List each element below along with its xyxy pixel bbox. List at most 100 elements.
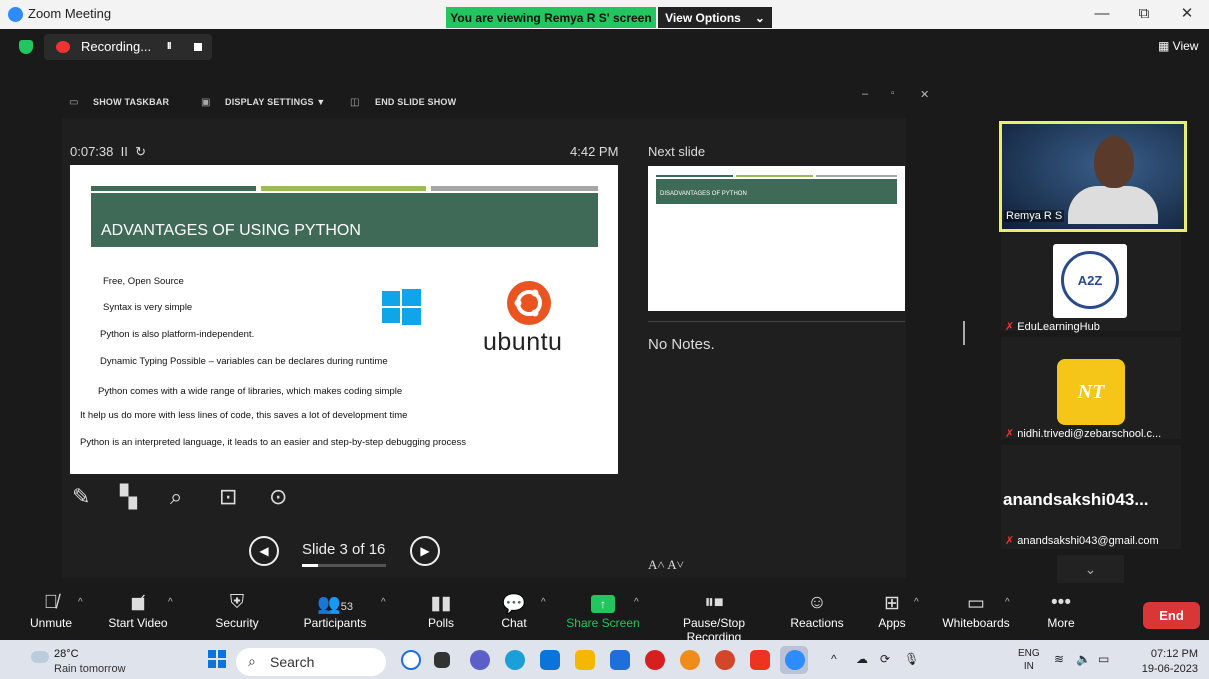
reactions-icon: ☺ xyxy=(807,592,827,613)
cloud-icon[interactable]: ☁ xyxy=(856,652,868,666)
weather-description[interactable]: Rain tomorrow xyxy=(54,663,126,675)
display-settings-button[interactable]: DISPLAY SETTINGS ▼ xyxy=(225,97,326,107)
audio-options-caret[interactable]: ^ xyxy=(78,597,83,608)
adobe-pdf-icon[interactable] xyxy=(750,650,770,670)
pause-stop-recording-button[interactable]: ⏸⏹ Pause/Stop Recording xyxy=(654,592,774,644)
restore-icon[interactable]: ⧉ xyxy=(1127,3,1161,25)
share-screen-icon: ↑ xyxy=(566,592,640,616)
start-video-label: Start Video xyxy=(108,616,168,630)
weather-temperature[interactable]: 28°C xyxy=(54,648,79,660)
zoom-magnifier-icon[interactable]: ⌕ xyxy=(170,484,182,510)
reactions-label: Reactions xyxy=(790,616,844,630)
stop-recording-icon[interactable] xyxy=(194,43,202,51)
share-options-caret[interactable]: ^ xyxy=(634,597,639,608)
bing-icon[interactable] xyxy=(401,650,421,670)
unmute-button[interactable]: 🎙̸ Unmute xyxy=(26,592,76,630)
weather-rain-icon[interactable] xyxy=(31,651,49,663)
see-all-slides-icon[interactable]: ▚ xyxy=(120,484,137,510)
slide-title: ADVANTAGES OF USING PYTHON xyxy=(101,222,361,239)
participant-display-name: anandsakshi043... xyxy=(1003,490,1149,509)
chevron-down-icon: ⌄ xyxy=(1084,560,1097,577)
close-icon[interactable]: ✕ xyxy=(920,88,929,101)
zoom-app-icon[interactable] xyxy=(785,650,805,670)
pause-stop-icon: ⏸⏹ xyxy=(704,592,724,613)
video-options-caret[interactable]: ^ xyxy=(168,597,173,608)
pen-icon[interactable]: ✎ xyxy=(72,484,90,510)
chevron-up-icon[interactable]: ^ xyxy=(831,652,837,666)
slide-bullet: Python is also platform-independent. xyxy=(100,329,255,340)
shield-icon[interactable] xyxy=(19,40,33,54)
minimize-icon[interactable]: – xyxy=(862,88,868,100)
close-icon[interactable]: ✕ xyxy=(1170,3,1204,25)
slide-bullet: Syntax is very simple xyxy=(103,302,193,313)
share-tray-icon[interactable]: ⟳ xyxy=(880,652,890,666)
minimize-icon[interactable]: — xyxy=(1085,3,1119,25)
end-meeting-button[interactable]: End xyxy=(1143,602,1200,629)
microphone-icon[interactable]: 🎙 xyxy=(904,652,919,666)
language-indicator[interactable]: ENG IN xyxy=(1018,647,1040,673)
slide-accent-bar xyxy=(91,186,256,191)
chat-button[interactable]: 💬 Chat xyxy=(496,592,532,630)
apps-options-caret[interactable]: ^ xyxy=(914,597,919,608)
restart-icon[interactable]: ↻ xyxy=(135,144,146,159)
cloud-record-icon xyxy=(56,41,70,53)
pause-icon[interactable]: II xyxy=(121,144,128,159)
participant-video xyxy=(1068,186,1158,224)
microsoft-store-icon[interactable] xyxy=(540,650,560,670)
powerpoint-icon[interactable] xyxy=(715,650,735,670)
start-video-button[interactable]: ◼̸ Start Video xyxy=(104,592,172,630)
slide-bullet: Python is an interpreted language, it le… xyxy=(80,437,467,448)
teams-chat-icon[interactable] xyxy=(470,650,490,670)
chat-options-caret[interactable]: ^ xyxy=(541,597,546,608)
mail-icon[interactable] xyxy=(610,650,630,670)
taskbar-date[interactable]: 19-06-2023 xyxy=(1140,663,1198,675)
restore-icon[interactable]: ▫ xyxy=(891,88,895,99)
windows-start-icon[interactable] xyxy=(208,650,226,668)
participant-name: Remya R S xyxy=(1004,210,1065,222)
security-button[interactable]: ⛨ Security xyxy=(210,592,264,630)
reactions-button[interactable]: ☺ Reactions xyxy=(790,592,844,630)
file-explorer-icon[interactable] xyxy=(575,650,595,670)
pointer-screen-icon[interactable]: ⊡ xyxy=(219,484,237,510)
polls-button[interactable]: ▮▮ Polls xyxy=(418,592,464,630)
share-screen-label: Share Screen xyxy=(566,616,640,630)
participants-options-caret[interactable]: ^ xyxy=(381,597,386,608)
previous-slide-button[interactable]: ◀ xyxy=(249,536,279,566)
slide-bullet: Dynamic Typing Possible – variables can … xyxy=(100,356,388,367)
wifi-icon[interactable]: ≋ xyxy=(1054,652,1064,666)
taskbar-search[interactable]: ⌕ Search xyxy=(236,648,386,676)
next-slide-preview[interactable]: DISADVANTAGES OF PYTHON xyxy=(648,166,905,311)
more-button[interactable]: ••• More xyxy=(1044,592,1078,630)
font-size-control[interactable]: A˄ A˅ xyxy=(648,557,684,573)
whiteboards-options-caret[interactable]: ^ xyxy=(1005,597,1010,608)
edge-browser-icon[interactable] xyxy=(505,650,525,670)
task-view-icon[interactable] xyxy=(434,652,450,668)
opera-icon[interactable] xyxy=(645,650,665,670)
participant-name: EduLearningHub xyxy=(1017,321,1100,333)
participants-count: 53 xyxy=(340,601,353,613)
share-screen-button[interactable]: ↑ Share Screen xyxy=(566,592,640,630)
apps-label: Apps xyxy=(878,616,906,630)
view-options-label: View Options xyxy=(665,10,741,25)
firefox-icon[interactable] xyxy=(680,650,700,670)
participant-label: ✗ nidhi.trivedi@zebarschool.c... xyxy=(1005,424,1161,442)
participant-avatar: NT xyxy=(1057,359,1125,425)
participant-label: ✗ anandsakshi043@gmail.com xyxy=(1005,531,1159,549)
battery-icon[interactable]: ▭ xyxy=(1098,652,1109,666)
scroll-down-button[interactable]: ⌄ xyxy=(1057,555,1124,583)
next-slide-button[interactable]: ▶ xyxy=(410,536,440,566)
whiteboards-button[interactable]: ▭ Whiteboards xyxy=(940,592,1012,630)
show-taskbar-button[interactable]: SHOW TASKBAR xyxy=(93,97,169,107)
taskbar-time[interactable]: 07:12 PM xyxy=(1140,648,1198,660)
resize-handle[interactable] xyxy=(963,321,965,345)
end-slide-show-button[interactable]: END SLIDE SHOW xyxy=(375,97,456,107)
pause-recording-icon[interactable]: II xyxy=(167,41,171,52)
video-off-icon: ◼̸ xyxy=(130,593,146,614)
apps-button[interactable]: ⊞ Apps xyxy=(876,592,908,630)
participants-button[interactable]: 👥53 Participants xyxy=(300,592,370,630)
volume-icon[interactable]: 🔈 xyxy=(1076,652,1091,666)
more-options-icon[interactable]: ⊙ xyxy=(269,484,287,510)
view-button[interactable]: ▦ View xyxy=(1158,39,1198,53)
view-options-button[interactable]: View Options ⌄ xyxy=(658,7,772,28)
elapsed-value: 0:07:38 xyxy=(70,144,114,159)
